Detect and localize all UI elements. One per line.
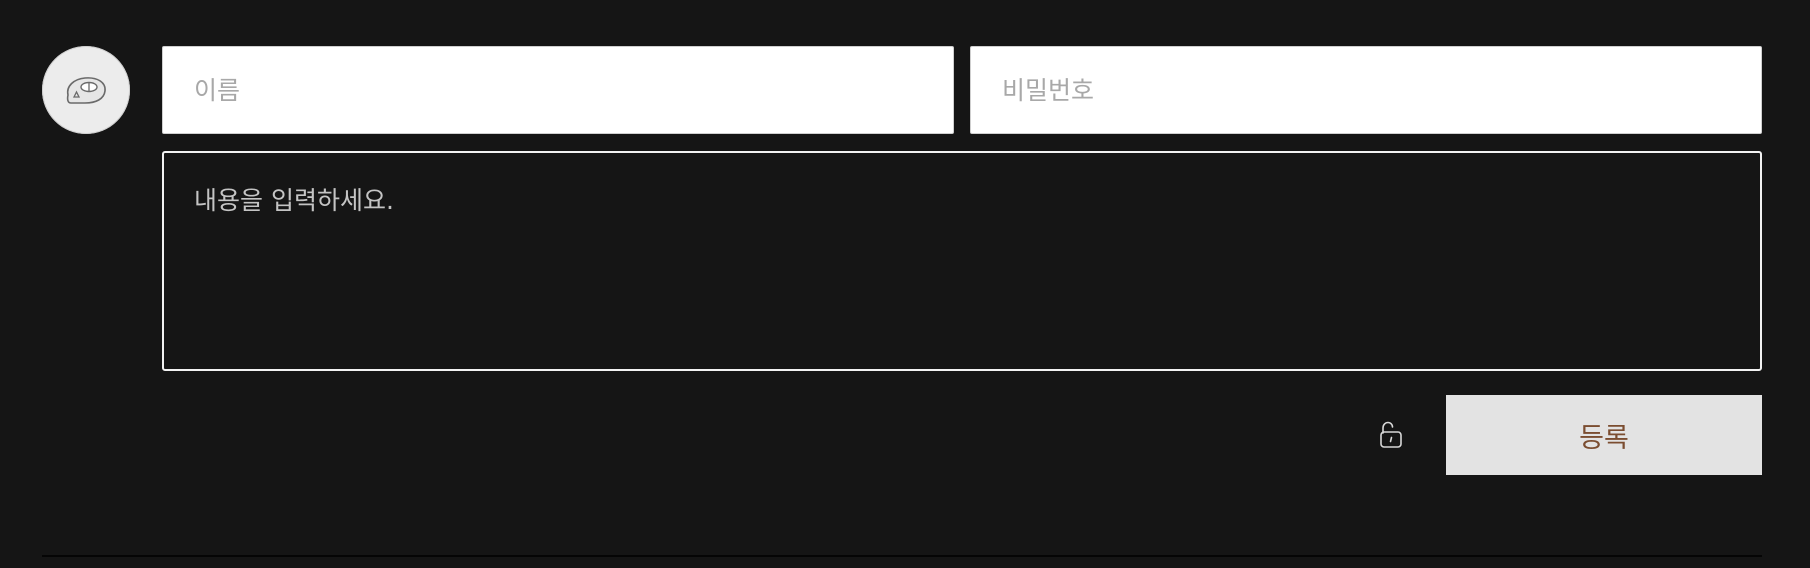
- avatar: [42, 46, 130, 134]
- submit-button[interactable]: 등록: [1446, 395, 1762, 475]
- comment-content-textarea[interactable]: [162, 151, 1762, 371]
- unlock-icon: [1380, 421, 1402, 448]
- divider: [42, 555, 1762, 557]
- password-input[interactable]: [970, 46, 1762, 134]
- name-input[interactable]: [162, 46, 954, 134]
- default-avatar-icon: [66, 77, 106, 104]
- secret-toggle-button[interactable]: [1373, 417, 1409, 453]
